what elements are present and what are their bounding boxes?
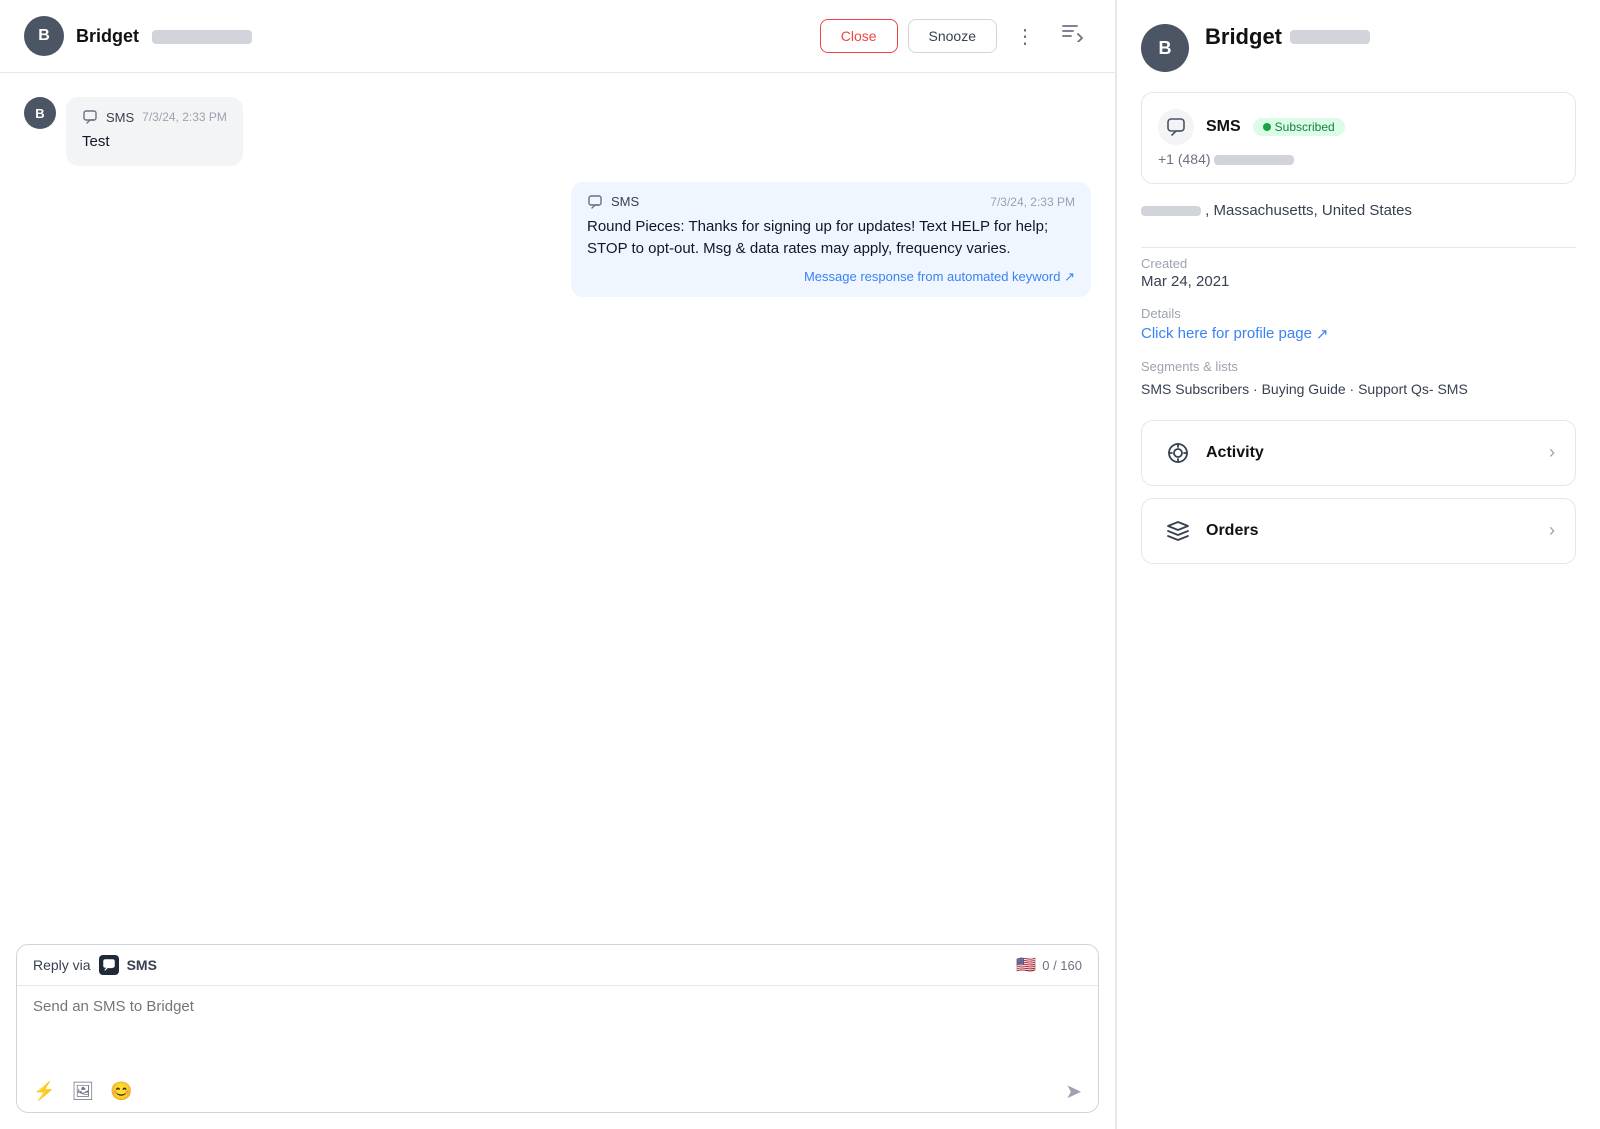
reply-header: Reply via SMS 🇺🇸 0 / 160 [17, 945, 1098, 986]
sms-channel-icon [82, 109, 98, 125]
channel-label: SMS [106, 110, 134, 125]
segments-section: Segments & lists SMS Subscribers · Buyin… [1141, 359, 1576, 400]
orders-card[interactable]: Orders › [1141, 498, 1576, 564]
char-count-value: 0 / 160 [1042, 958, 1082, 973]
right-contact-avatar: B [1141, 24, 1189, 72]
orders-chevron-icon: › [1549, 520, 1555, 541]
lightning-icon: ⚡ [33, 1081, 55, 1102]
message-row-incoming: B SMS 7/3/24, 2:33 PM Test [24, 97, 1091, 166]
activity-card[interactable]: Activity › [1141, 420, 1576, 486]
close-button[interactable]: Close [820, 19, 898, 53]
dots-icon: ⋮ [1015, 24, 1035, 49]
name-redacted [152, 30, 252, 44]
subscribed-dot [1263, 123, 1271, 131]
subscribed-badge: Subscribed [1253, 118, 1345, 136]
message-timestamp: 7/3/24, 2:33 PM [142, 110, 227, 124]
incoming-message-bubble: SMS 7/3/24, 2:33 PM Test [66, 97, 243, 166]
location-redacted [1141, 206, 1201, 216]
activity-label: Activity [1206, 444, 1537, 462]
send-icon: ➤ [1065, 1081, 1082, 1103]
right-header: B Bridget [1141, 24, 1576, 72]
phone-redacted [1214, 155, 1294, 165]
location-section: , Massachusetts, United States [1141, 200, 1576, 223]
details-section: Details Click here for profile page ↗ [1141, 306, 1576, 343]
message-text: Test [82, 131, 227, 154]
sms-phone-number: +1 (484) [1158, 151, 1559, 167]
assign-icon [1061, 24, 1083, 48]
profile-link-text: Click here for profile page [1141, 325, 1312, 342]
sms-contact-card: SMS Subscribed +1 (484) [1141, 92, 1576, 184]
automated-keyword-link[interactable]: Message response from automated keyword … [587, 269, 1075, 285]
reply-box: Reply via SMS 🇺🇸 0 / 160 ⚡ 🖼 😊 [16, 944, 1099, 1113]
right-name-redacted [1290, 30, 1370, 44]
outgoing-sms-channel-icon [587, 194, 603, 210]
chat-area: B SMS 7/3/24, 2:33 PM Test [0, 73, 1115, 944]
external-link-icon: ↗ [1316, 325, 1329, 343]
reply-via-label: Reply via [33, 957, 91, 973]
created-section: Created Mar 24, 2021 [1141, 256, 1576, 290]
sms-card-title: SMS [1206, 118, 1241, 136]
right-contact-name: Bridget [1205, 24, 1370, 50]
divider-1 [1141, 247, 1576, 248]
reply-sms-label: SMS [127, 957, 157, 973]
external-link-icon: ↗ [1064, 269, 1075, 284]
conversation-header: B Bridget Close Snooze ⋮ [0, 0, 1115, 73]
reply-toolbar: ⚡ 🖼 😊 ➤ [17, 1071, 1098, 1112]
message-meta: SMS 7/3/24, 2:33 PM [82, 109, 227, 125]
emoji-icon: 😊 [110, 1081, 132, 1102]
message-avatar: B [24, 97, 56, 129]
segments-text: SMS Subscribers · Buying Guide · Support… [1141, 378, 1576, 400]
sms-card-header: SMS Subscribed [1158, 109, 1559, 145]
assign-button[interactable] [1053, 20, 1091, 52]
outgoing-message-text: Round Pieces: Thanks for signing up for … [587, 216, 1075, 261]
snooze-button[interactable]: Snooze [908, 19, 997, 53]
send-button[interactable]: ➤ [1065, 1079, 1082, 1104]
outgoing-channel-label: SMS [611, 194, 639, 209]
location-text: , Massachusetts, United States [1141, 200, 1576, 223]
contact-avatar: B [24, 16, 64, 56]
subscribed-label: Subscribed [1275, 120, 1335, 134]
details-label: Details [1141, 306, 1576, 321]
created-label: Created [1141, 256, 1576, 271]
outgoing-message-timestamp: 7/3/24, 2:33 PM [990, 195, 1075, 209]
more-options-button[interactable]: ⋮ [1007, 20, 1043, 53]
right-panel: B Bridget SMS Subscribed +1 (484) [1116, 0, 1600, 1129]
created-date: Mar 24, 2021 [1141, 273, 1576, 290]
image-icon: 🖼 [71, 1081, 94, 1102]
quick-replies-button[interactable]: ⚡ [33, 1081, 55, 1102]
header-actions: Close Snooze ⋮ [820, 19, 1091, 53]
left-panel: B Bridget Close Snooze ⋮ B [0, 0, 1116, 1129]
char-count: 🇺🇸 0 / 160 [1016, 955, 1082, 975]
flag-icon: 🇺🇸 [1016, 955, 1036, 975]
activity-icon [1162, 437, 1194, 469]
activity-chevron-icon: › [1549, 442, 1555, 463]
profile-page-link[interactable]: Click here for profile page ↗ [1141, 325, 1576, 343]
message-row-outgoing: SMS 7/3/24, 2:33 PM Round Pieces: Thanks… [24, 182, 1091, 297]
sms-small-icon [99, 955, 119, 975]
outgoing-message-meta: SMS 7/3/24, 2:33 PM [587, 194, 1075, 210]
outgoing-message-bubble: SMS 7/3/24, 2:33 PM Round Pieces: Thanks… [571, 182, 1091, 297]
image-button[interactable]: 🖼 [71, 1081, 94, 1102]
orders-icon [1162, 515, 1194, 547]
segments-label: Segments & lists [1141, 359, 1576, 374]
emoji-button[interactable]: 😊 [110, 1081, 132, 1102]
reply-textarea[interactable] [17, 986, 1098, 1066]
sms-card-icon [1158, 109, 1194, 145]
orders-label: Orders [1206, 522, 1537, 540]
contact-name: Bridget [76, 26, 808, 47]
